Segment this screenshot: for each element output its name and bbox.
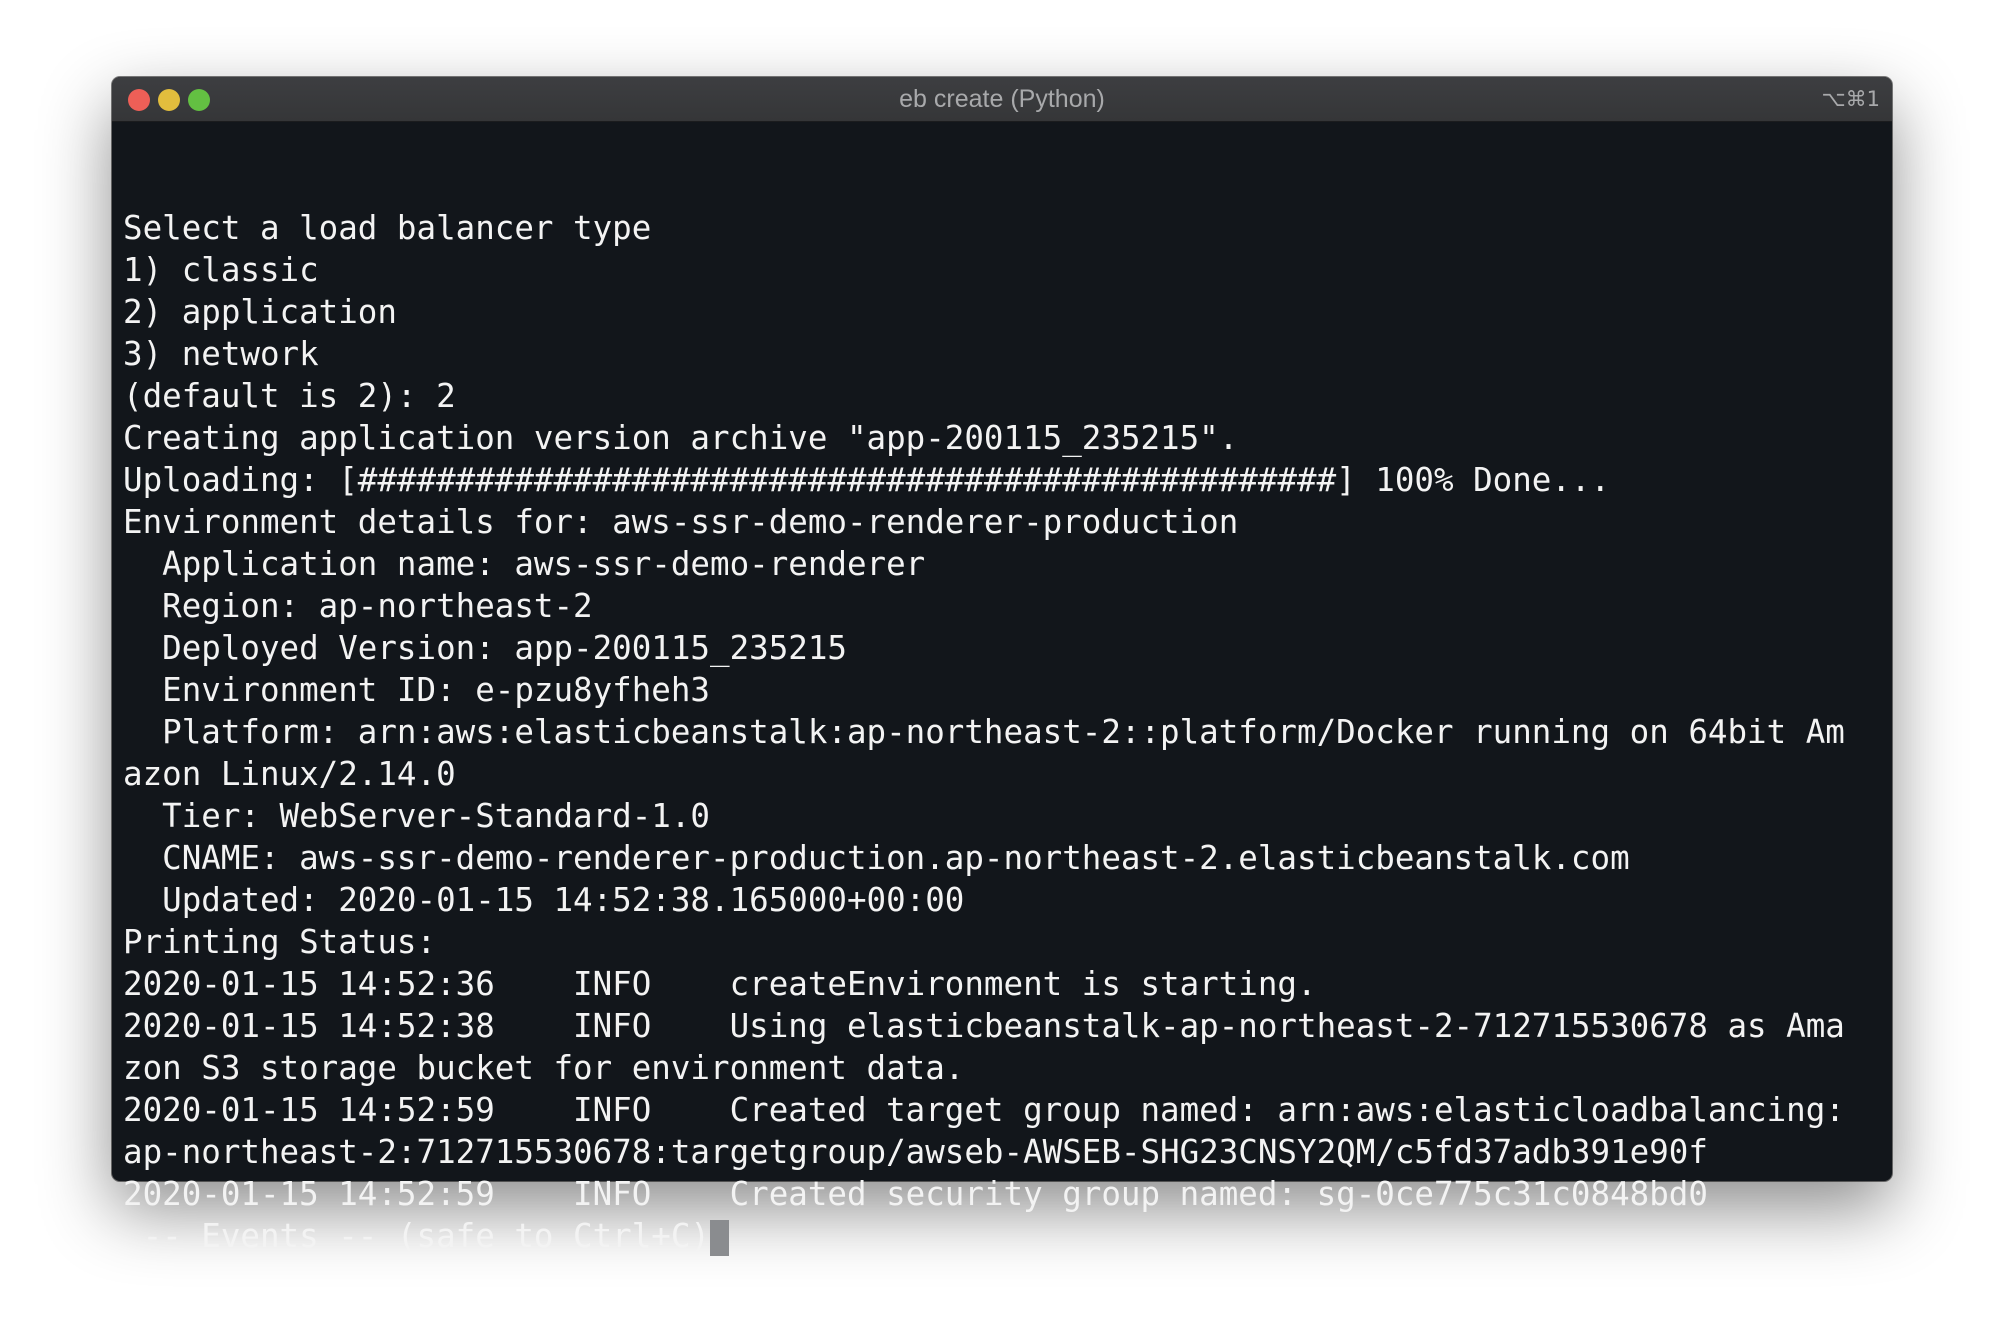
terminal-line: Uploading: [############################… [123,461,1611,499]
terminal-line: 2020-01-15 14:52:59 INFO Created securit… [123,1175,1708,1213]
terminal-prompt-line: -- Events -- (safe to Ctrl+C) [123,1215,1884,1257]
terminal-line: zon S3 storage bucket for environment da… [123,1049,965,1087]
terminal-line: azon Linux/2.14.0 [123,755,456,793]
terminal-line: CNAME: aws-ssr-demo-renderer-production.… [123,839,1630,877]
terminal-line: 1) classic [123,251,319,289]
terminal-line: Platform: arn:aws:elasticbeanstalk:ap-no… [123,713,1845,751]
terminal-line: Creating application version archive "ap… [123,419,1239,457]
terminal-line: Printing Status: [123,923,437,961]
terminal-line: 2020-01-15 14:52:36 INFO createEnvironme… [123,965,1317,1003]
terminal-line: Select a load balancer type [123,209,652,247]
window-shortcut: ⌥⌘1 [1821,87,1880,111]
title-bar[interactable]: eb create (Python) ⌥⌘1 [112,77,1892,122]
terminal-line: Environment ID: e-pzu8yfheh3 [123,671,710,709]
terminal-line: 2020-01-15 14:52:59 INFO Created target … [123,1091,1845,1129]
terminal-window: eb create (Python) ⌥⌘1 Select a load bal… [112,77,1892,1256]
terminal-line: 2020-01-15 14:52:38 INFO Using elasticbe… [123,1007,1845,1045]
terminal-line: Region: ap-northeast-2 [123,587,593,625]
text-cursor [710,1220,729,1256]
terminal-line: ap-northeast-2:712715530678:targetgroup/… [123,1133,1708,1171]
terminal-line: (default is 2): 2 [123,377,456,415]
terminal-line: Environment details for: aws-ssr-demo-re… [123,503,1239,541]
prompt-text: -- Events -- (safe to Ctrl+C) [123,1217,710,1255]
terminal-line: Application name: aws-ssr-demo-renderer [123,545,926,583]
terminal-line: Deployed Version: app-200115_235215 [123,629,847,667]
window-title: eb create (Python) [899,85,1105,113]
terminal-line: Tier: WebServer-Standard-1.0 [123,797,710,835]
terminal-line: 3) network [123,335,319,373]
terminal-output[interactable]: Select a load balancer type 1) classic 2) … [123,123,1884,1341]
terminal-line: Updated: 2020-01-15 14:52:38.165000+00:0… [123,881,965,919]
terminal-line: 2) application [123,293,397,331]
